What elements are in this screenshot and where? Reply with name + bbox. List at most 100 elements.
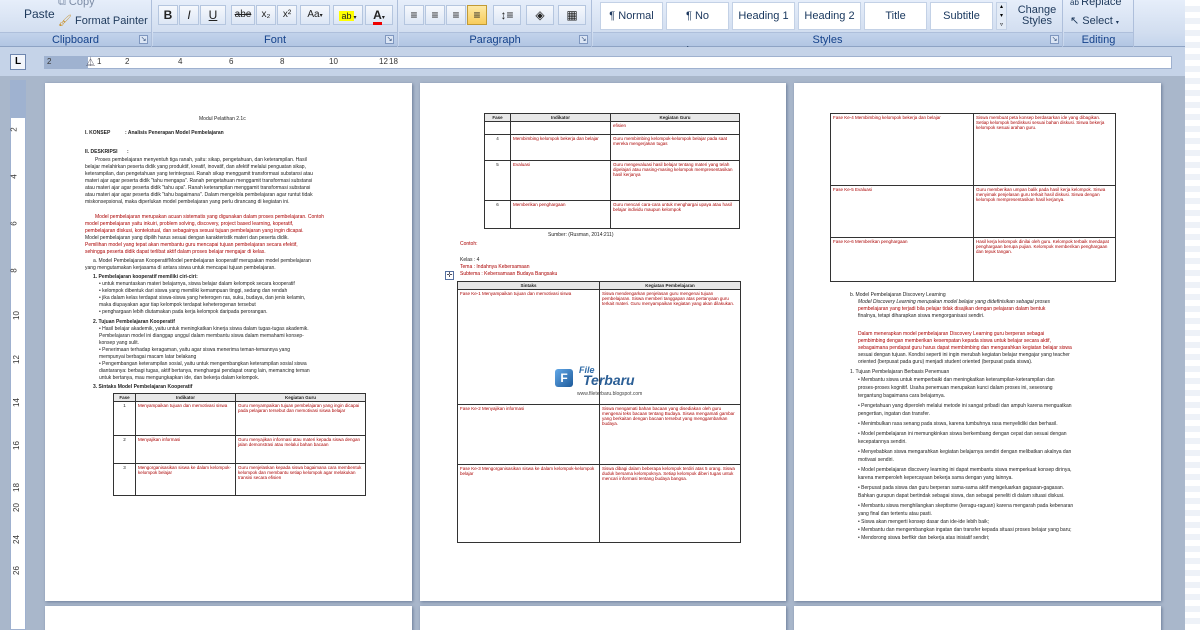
table-header: Indikator (510, 113, 611, 122)
ruler-tick: 6 (9, 221, 19, 226)
text-line: sehingga peserta didik dapat terlibat ak… (85, 249, 266, 255)
text-line: Pemilihan model yang tepat akan membantu… (85, 242, 298, 248)
ruler-tick: 20 (11, 503, 21, 512)
table-cell: Guru membimbing kelompok-kelompok belaja… (610, 134, 740, 161)
table-cell (484, 121, 511, 135)
list-item: • Penerimaan terhadap keragaman, yaitu a… (99, 347, 291, 353)
select-button[interactable]: ↖ Select ▾ (1070, 14, 1119, 27)
style-no-spacing[interactable]: ¶ No Spaci... (666, 2, 729, 48)
style-normal[interactable]: ¶ Normal (600, 2, 663, 30)
styles-group: ¶ Normal ¶ No Spaci... Heading 1 Heading… (593, 0, 1063, 48)
italic-button[interactable]: I (179, 5, 199, 25)
list-item: • Berpusat pada siswa dan guru berperan … (858, 485, 1065, 491)
align-left-icon: ≡ (410, 8, 418, 22)
change-case-button[interactable]: Aa▾ (300, 5, 330, 25)
copy-icon: ⧉ (58, 0, 69, 8)
text-line: Model Discovery Learning merupakan model… (858, 299, 1051, 305)
paragraph-launcher-icon[interactable]: ↘ (579, 35, 588, 44)
highlight-button[interactable]: ab ▾ (333, 5, 363, 25)
table-cell: Menyampaikan tujuan dan memotivasi siswa (135, 401, 236, 436)
replace-icon: ab (1070, 0, 1082, 7)
tab-selector-button[interactable]: L (10, 54, 26, 70)
ruler-tick: 2 (125, 57, 130, 66)
indent-marker-icon[interactable]: ⏅ (86, 55, 95, 68)
justify-button[interactable]: ≡ (467, 5, 487, 25)
subscript-button[interactable]: x₂ (256, 5, 276, 25)
horizontal-ruler[interactable] (44, 56, 1172, 69)
table-cell: Memberikan penghargaan (510, 200, 611, 229)
cursor-icon: ↖ (1070, 15, 1080, 27)
watermark: F File Terbaru www.fileterbaru.blogspot.… (555, 365, 655, 400)
table-header: Kegiatan Guru (235, 393, 366, 402)
format-painter-button[interactable]: 🖌 Format Painter (58, 14, 148, 27)
list-item: Pembelajaran model ini dianggap unggul d… (99, 333, 304, 339)
list-item: yang final dan tertentu atau pasti. (858, 511, 932, 517)
styles-launcher-icon[interactable]: ↘ (1050, 35, 1059, 44)
borders-button[interactable]: ▦ (558, 5, 586, 25)
document-page-5[interactable] (420, 606, 786, 630)
paste-button[interactable]: Paste (24, 7, 55, 21)
table-header: Fase (484, 113, 511, 122)
font-color-button[interactable]: A▾ (365, 5, 393, 25)
font-launcher-icon[interactable]: ↘ (385, 35, 394, 44)
list-item: • Hasil belajar akademik, yaitu untuk me… (99, 326, 309, 332)
border-icon: ▦ (566, 8, 578, 22)
align-center-button[interactable]: ≡ (425, 5, 445, 25)
paragraph-group: ≡ ≡ ≡ ≡ ↕≡ ◈ ▦ Paragraph ↘ (399, 0, 592, 47)
style-title[interactable]: Title (864, 2, 927, 30)
table-cell: Fase Ke-5 Evaluasi (830, 185, 974, 238)
document-page-3[interactable]: Fase Ke-4 Membimbing kelompok bekerja da… (794, 83, 1161, 601)
table-move-handle-icon[interactable]: ✛ (445, 271, 454, 280)
document-page-2[interactable]: Fase Indikator Kegiatan Guru efisien 4 M… (420, 83, 786, 601)
superscript-button[interactable]: x² (277, 5, 297, 25)
table-header-row: Sintaks Kegiatan Pembelajaran (457, 281, 741, 290)
align-right-button[interactable]: ≡ (446, 5, 466, 25)
table-header: Indikator (135, 393, 236, 402)
style-heading-1[interactable]: Heading 1 (732, 2, 795, 30)
clipboard-launcher-icon[interactable]: ↘ (139, 35, 148, 44)
ruler-tick: 18 (11, 483, 21, 492)
list-item: • Model pembelajaran discovery learning … (858, 467, 1072, 473)
list-item: • Mendorong siswa berfikir dan bekerja a… (858, 535, 990, 541)
underline-button[interactable]: U (200, 5, 226, 25)
list-item: • Menyebabkan siswa mengarahkan kegiatan… (858, 449, 1072, 455)
ruler-tick: 12 (379, 57, 388, 66)
sintaks-table-continued: Fase Indikator Kegiatan Guru efisien 4 M… (484, 113, 740, 229)
list-item: • Menimbulkan rasa senang pada siswa, ka… (858, 421, 1058, 427)
align-left-button[interactable]: ≡ (404, 5, 424, 25)
ruler-tick: 16 (11, 441, 21, 450)
editing-group: ab Replace ↖ Select ▾ Editing (1064, 0, 1134, 47)
copy-button[interactable]: ⧉ Copy (58, 0, 95, 9)
ruler-tick: 6 (229, 57, 234, 66)
table-cell: Fase Ke-6 Memberikan penghargaan (830, 237, 974, 282)
text-line: Model pembelajaran kooperatif merupakan … (169, 258, 311, 264)
ruler-tick: 12 (11, 355, 21, 364)
table-cell: 1 (113, 401, 136, 436)
list-item: proses-proses kognitif. Usaha penemuan m… (858, 385, 1053, 391)
strikethrough-button[interactable]: abe (231, 5, 255, 25)
style-heading-2[interactable]: Heading 2 (798, 2, 861, 30)
table-row: Fase Ke-5 Evaluasi Guru memberikan umpan… (830, 185, 1116, 238)
replace-button[interactable]: ab Replace (1070, 0, 1121, 8)
change-styles-button[interactable]: Change Styles (1017, 5, 1057, 27)
shading-button[interactable]: ◈ (526, 5, 554, 25)
document-page-6[interactable] (794, 606, 1161, 630)
table-row: 3 Mengorganisasikan siswa ke dalam kelom… (113, 463, 366, 496)
document-page-1[interactable]: Modul Pelatihan 2.1c I. KONSEP : Analisi… (45, 83, 412, 601)
sintaks-table: Fase Indikator Kegiatan Guru 1 Menyampai… (113, 393, 366, 496)
styles-label: Styles (593, 32, 1062, 46)
ruler-tick: 10 (11, 311, 21, 320)
list-item: • Model pembelajaran ini memungkinkan si… (858, 431, 1067, 437)
table-cell: Evaluasi (510, 160, 611, 201)
list-item: • kelompok dibentuk dari siswa yang memi… (99, 288, 288, 294)
table-cell: Mengorganisasikan siswa ke dalam kelompo… (135, 463, 236, 496)
style-subtitle[interactable]: Subtitle (930, 2, 993, 30)
styles-scroll[interactable]: ▴ ▾ ▿ (996, 2, 1007, 30)
font-group: B I U abe x₂ x² Aa▾ ab ▾ A▾ Font ↘ (153, 0, 398, 47)
bold-button[interactable]: B (158, 5, 178, 25)
line-spacing-button[interactable]: ↕≡ (493, 5, 521, 25)
ruler-tick: 14 (11, 398, 21, 407)
document-page-4[interactable] (45, 606, 412, 630)
list-item: motivasi sendiri. (858, 457, 894, 463)
table-row: 2 Menyajikan informasi Guru menyajikan i… (113, 435, 366, 464)
